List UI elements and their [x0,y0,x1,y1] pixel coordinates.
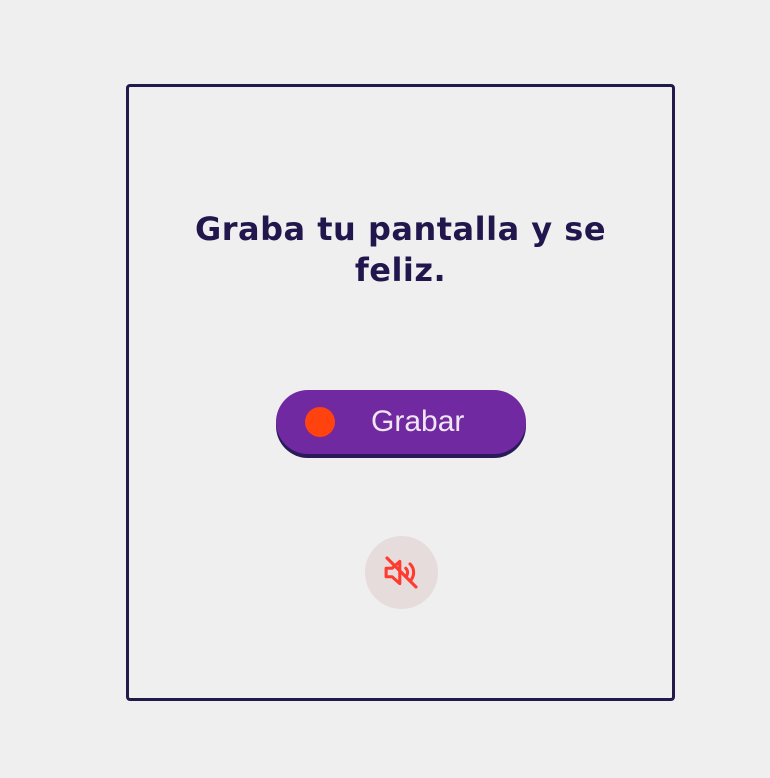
card-title: Graba tu pantalla y se feliz. [194,210,607,289]
record-button-label: Grabar [371,405,465,438]
recorder-card: Graba tu pantalla y se feliz. Grabar [126,84,675,701]
record-button[interactable]: Grabar [276,390,526,454]
record-dot-icon [305,407,335,437]
volume-muted-icon [384,556,418,589]
audio-toggle-button[interactable] [365,536,438,609]
